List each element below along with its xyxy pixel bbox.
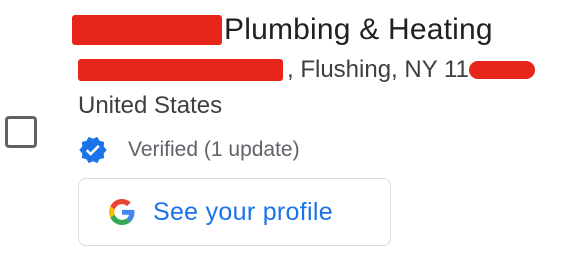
verified-badge-icon: [78, 135, 108, 165]
business-name-row: Plumbing & Heating: [72, 8, 493, 52]
business-listing-card: Plumbing & Heating , Flushing, NY 11 Uni…: [0, 0, 585, 256]
see-your-profile-button[interactable]: See your profile: [78, 178, 391, 246]
business-name: Plumbing & Heating: [224, 13, 493, 46]
redacted-street-address: [78, 59, 283, 81]
select-listing-checkbox[interactable]: [5, 116, 37, 148]
address-text: , Flushing, NY 11: [287, 56, 469, 83]
verification-text: Verified (1 update): [128, 138, 300, 161]
redacted-zip: [468, 61, 535, 79]
google-g-icon: [109, 199, 135, 225]
verification-status: Verified (1 update): [78, 133, 300, 167]
address-row: , Flushing, NY 11: [78, 50, 535, 90]
country-text: United States: [78, 92, 223, 119]
see-your-profile-label: See your profile: [153, 197, 333, 226]
redacted-business-name: [72, 15, 222, 45]
